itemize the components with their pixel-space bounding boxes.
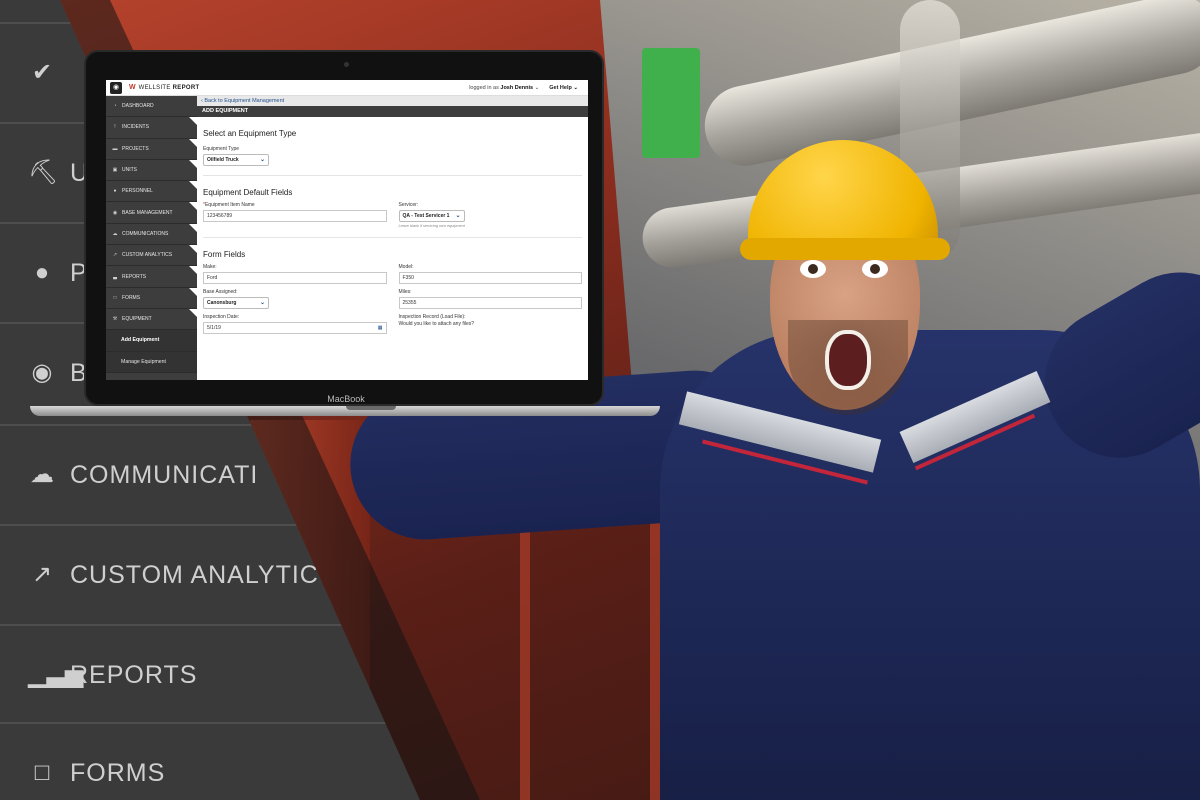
inspection-date-input[interactable]: 5/1/19 ▦ [203,322,387,334]
page-title: ADD EQUIPMENT [197,106,588,117]
sidebar-item-projects[interactable]: ▬ PROJECTS [106,138,197,160]
sidebar-item-equipment[interactable]: ⚒ EQUIPMENT [106,308,197,331]
big-menu-item-forms: □ FORMS [0,722,420,800]
worker-eye [800,260,826,278]
base-assigned-select[interactable]: Canonsburg ⌄ [203,297,269,309]
folder-icon: ▬ [112,145,118,152]
user-icon: ● [34,259,50,286]
app-sidebar: ◔ DASHBOARD ! INCIDENTS ▬ PROJECTS ▣ UNITS ●… [106,96,197,380]
equipment-type-select[interactable]: Oilfield Truck ⌄ [203,154,269,166]
wrench-icon: ⚒ [112,316,118,323]
sidebar-item-dashboard[interactable]: ◔ DASHBOARD [106,96,197,118]
sidebar-item-forms[interactable]: □ FORMS [106,287,197,309]
worker-mouth [825,330,871,390]
sidebar-item-reports[interactable]: ▃ REPORTS [106,266,197,288]
gauge-icon: ◔ [113,103,117,110]
equipment-item-name-label: *Equipment Item Name [203,202,255,208]
breadcrumb[interactable]: ‹ Back to Equipment Management [197,96,588,106]
chat-icon: ☁ [112,230,118,237]
laptop-base [30,406,660,416]
sidebar-item-personnel[interactable]: ● PERSONNEL [106,181,197,203]
model-label: Model: [398,264,414,270]
get-help-menu[interactable]: Get Help ⌄ [549,85,578,91]
make-label: Make: [203,264,217,270]
equipment-type-label: Equipment Type [203,146,240,152]
servicer-hint: Leave blank if servicing own equipment [398,224,465,228]
laptop-lid: ◉ W WELLSITE REPORT logged in as Josh De… [84,50,604,406]
chevron-down-icon: ⌄ [573,84,578,91]
chevron-down-icon: ⌄ [259,300,265,306]
line-chart-icon: ↗ [112,252,118,259]
section-title-default-fields: Equipment Default Fields [203,188,293,197]
section-title-form-fields: Form Fields [203,250,246,259]
add-equipment-form: Select an Equipment Type Equipment Type … [197,117,588,380]
section-title-equipment-type: Select an Equipment Type [203,129,297,138]
brand-mark: W [129,84,136,91]
clipboard-icon: □ [113,294,117,301]
laptop-notch [346,406,396,410]
attach-files-question: Would you like to attach any files? [398,321,475,327]
clipboard-icon: □ [34,759,50,786]
sidebar-item-base-management[interactable]: ◉ BASE MANAGEMENT [106,202,197,224]
line-chart-icon: ↗ [31,561,53,588]
model-input[interactable]: F350 [398,272,582,284]
sidebar-subitem-add-equipment[interactable]: Add Equipment [106,330,197,352]
divider [203,175,582,176]
base-assigned-label: Base Assigned: [203,289,238,295]
miles-label: Miles: [398,289,412,295]
chat-icon: ☁ [30,461,54,488]
user-icon: ● [113,188,117,195]
inspection-record-label: Inspection Record (Load File): [398,314,466,320]
worker-figure [345,130,1200,800]
app-topbar: ◉ W WELLSITE REPORT logged in as Josh De… [106,80,588,96]
make-input[interactable]: Ford [203,272,387,284]
exclamation-icon: ! [114,124,116,131]
sidebar-item-units[interactable]: ▣ UNITS [106,159,197,182]
chevron-down-icon: ⌄ [534,84,540,91]
sidebar-item-communications[interactable]: ☁ COMMUNICATIONS [106,223,197,246]
bar-signal-icon: ▁▃▅ [28,661,84,688]
check-icon: ✔ [31,59,53,86]
chevron-down-icon: ⌄ [259,157,265,163]
logged-in-user[interactable]: logged in as Josh Dennis ⌄ [469,85,539,91]
divider [203,237,582,238]
laptop: ◉ W WELLSITE REPORT logged in as Josh De… [30,50,660,416]
calendar-icon: ▦ [377,325,383,331]
camera-dot [344,62,349,67]
worker-eye [862,260,888,278]
app-logo-icon[interactable]: ◉ [110,81,122,94]
map-pin-icon: ◉ [112,209,118,216]
brand-name: WELLSITE REPORT [138,84,200,91]
truck-icon: ⛏ [28,159,59,186]
equipment-item-name-input[interactable]: 123456789 [203,210,387,222]
map-pin-icon: ◉ [31,359,53,386]
servicer-select[interactable]: QA - Test Servicer 1 ⌄ [398,210,465,222]
inspection-date-label: Inspection Date: [203,314,240,320]
servicer-label: Servicer: [398,202,419,208]
chevron-down-icon: ⌄ [455,213,461,219]
bar-signal-icon: ▃ [113,273,117,280]
laptop-screen: ◉ W WELLSITE REPORT logged in as Josh De… [106,80,588,380]
sidebar-item-custom-analytics[interactable]: ↗ CUSTOM ANALYTICS [106,245,197,267]
miles-input[interactable]: 25355 [398,297,582,309]
chevron-left-icon: ‹ [201,98,203,104]
truck-icon: ▣ [112,167,118,174]
sidebar-subitem-manage-equipment[interactable]: Manage Equipment [106,351,197,373]
sidebar-item-incidents[interactable]: ! INCIDENTS [106,117,197,139]
hard-hat-brim [740,238,950,260]
